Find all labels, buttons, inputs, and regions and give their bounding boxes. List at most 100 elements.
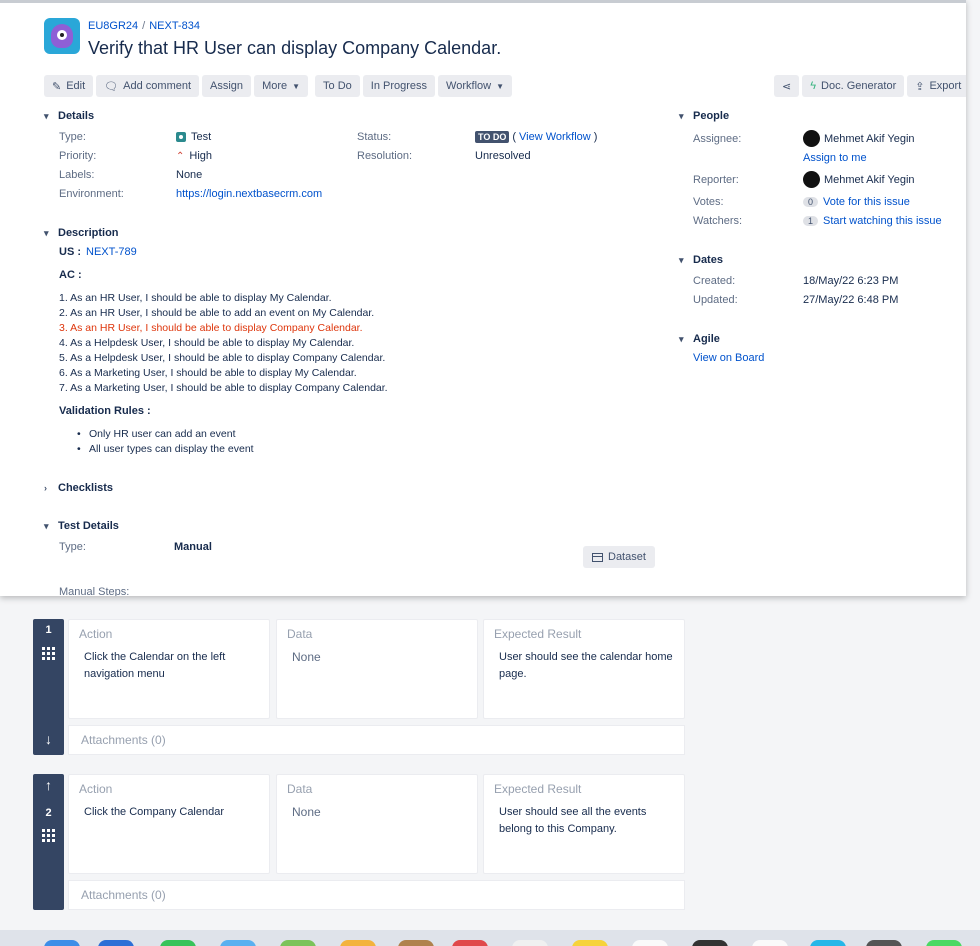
view-workflow-link[interactable]: View Workflow bbox=[519, 131, 591, 143]
status-label: Status: bbox=[357, 131, 392, 143]
type-label: Type: bbox=[59, 131, 86, 143]
test-type-icon bbox=[176, 132, 186, 142]
comment-icon: 🗨 bbox=[104, 80, 119, 93]
dock-app-icon[interactable] bbox=[160, 940, 196, 946]
dock-app-icon[interactable] bbox=[632, 940, 668, 946]
step-number: 2 bbox=[45, 807, 52, 819]
step-rail[interactable]: 1 ↓ bbox=[33, 619, 64, 755]
assign-label: Assign bbox=[210, 80, 244, 92]
step-data-cell[interactable]: Data None bbox=[276, 619, 478, 719]
validation-item: Only HR user can add an event bbox=[77, 428, 235, 440]
breadcrumb-separator: / bbox=[142, 20, 146, 32]
assign-to-me-link[interactable]: Assign to me bbox=[803, 152, 867, 164]
in-progress-label: In Progress bbox=[370, 80, 428, 92]
project-avatar[interactable] bbox=[44, 18, 80, 54]
dock-app-icon[interactable] bbox=[692, 940, 728, 946]
assignee-value[interactable]: Mehmet Akif Yegin bbox=[803, 130, 915, 147]
view-on-board-link[interactable]: View on Board bbox=[693, 352, 764, 364]
dock-app-icon[interactable] bbox=[752, 940, 788, 946]
description-heading: Description bbox=[58, 227, 119, 239]
doc-generator-label: Doc. Generator bbox=[821, 80, 897, 92]
agile-section-toggle[interactable]: ▾ Agile bbox=[679, 333, 720, 345]
environment-link[interactable]: https://login.nextbasecrm.com bbox=[176, 188, 322, 200]
dock-app-icon[interactable] bbox=[810, 940, 846, 946]
dock-app-icon[interactable] bbox=[44, 940, 80, 946]
move-down-icon[interactable]: ↓ bbox=[33, 731, 64, 747]
ac-item: 7. As a Marketing User, I should be able… bbox=[59, 382, 388, 394]
step-expected-cell[interactable]: Expected Result User should see all the … bbox=[483, 774, 685, 874]
dates-section-toggle[interactable]: ▾ Dates bbox=[679, 254, 723, 266]
priority-high-icon: ⌃ bbox=[176, 150, 185, 162]
expected-header: Expected Result bbox=[494, 782, 582, 796]
step-data-cell[interactable]: Data None bbox=[276, 774, 478, 874]
step-expected-cell[interactable]: Expected Result User should see the cale… bbox=[483, 619, 685, 719]
votes-count: 0 bbox=[803, 197, 819, 207]
action-text: Click the Calendar on the left navigatio… bbox=[84, 651, 226, 680]
people-heading: People bbox=[693, 110, 730, 122]
expected-header: Expected Result bbox=[494, 627, 582, 641]
details-section-toggle[interactable]: ▾ Details bbox=[44, 110, 94, 122]
checklists-section-toggle[interactable]: › Checklists bbox=[44, 482, 113, 494]
ac-item: 2. As an HR User, I should be able to ad… bbox=[59, 307, 375, 319]
breadcrumb-project-link[interactable]: EU8GR24 bbox=[88, 20, 138, 32]
vote-link[interactable]: Vote for this issue bbox=[823, 196, 910, 208]
labels-value: None bbox=[176, 169, 203, 181]
votes-label: Votes: bbox=[693, 196, 724, 208]
test-type-value: Manual bbox=[174, 541, 212, 553]
chevron-down-icon: ▾ bbox=[44, 227, 49, 238]
step-action-cell[interactable]: Action Click the Company Calendar bbox=[68, 774, 270, 874]
dataset-button[interactable]: Dataset bbox=[583, 546, 655, 568]
dataset-label: Dataset bbox=[608, 551, 646, 563]
us-link[interactable]: NEXT-789 bbox=[86, 246, 137, 258]
ac-item: 6. As a Marketing User, I should be able… bbox=[59, 367, 357, 379]
export-label: Export bbox=[929, 80, 962, 92]
data-text: None bbox=[292, 805, 321, 819]
priority-label: Priority: bbox=[59, 150, 97, 162]
move-up-icon[interactable]: ↑ bbox=[33, 777, 64, 793]
assign-button[interactable]: Assign bbox=[202, 75, 252, 97]
dock-app-icon[interactable] bbox=[220, 940, 256, 946]
description-section-toggle[interactable]: ▾ Description bbox=[44, 227, 119, 239]
step-action-cell[interactable]: Action Click the Calendar on the left na… bbox=[68, 619, 270, 719]
issue-title[interactable]: Verify that HR User can display Company … bbox=[88, 38, 501, 59]
people-section-toggle[interactable]: ▾ People bbox=[679, 110, 729, 122]
share-button[interactable]: ⋖ bbox=[774, 75, 800, 97]
dock-app-icon[interactable] bbox=[340, 940, 376, 946]
attachments-bar[interactable]: Attachments (0) bbox=[68, 880, 685, 910]
watchers-value: 1 Start watching this issue bbox=[803, 215, 942, 227]
more-button[interactable]: More ▼ bbox=[254, 75, 309, 97]
doc-generator-button[interactable]: ϟ Doc. Generator bbox=[802, 75, 905, 97]
drag-handle-icon[interactable] bbox=[42, 829, 55, 842]
dock-app-icon[interactable] bbox=[926, 940, 962, 946]
add-comment-label: Add comment bbox=[123, 80, 192, 92]
breadcrumb: EU8GR24 / NEXT-834 bbox=[88, 20, 200, 32]
ac-item: 4. As a Helpdesk User, I should be able … bbox=[59, 337, 355, 349]
dock-app-icon[interactable] bbox=[452, 940, 488, 946]
watch-link[interactable]: Start watching this issue bbox=[823, 215, 942, 227]
in-progress-button[interactable]: In Progress bbox=[362, 75, 436, 97]
step-rail[interactable]: ↑ 2 bbox=[33, 774, 64, 910]
export-button[interactable]: ⇪ Export bbox=[907, 75, 966, 97]
reporter-label: Reporter: bbox=[693, 174, 739, 186]
test-details-section-toggle[interactable]: ▾ Test Details bbox=[44, 520, 119, 532]
dock-app-icon[interactable] bbox=[98, 940, 134, 946]
todo-button[interactable]: To Do bbox=[315, 75, 360, 97]
workflow-label: Workflow bbox=[446, 80, 492, 92]
breadcrumb-issue-link[interactable]: NEXT-834 bbox=[149, 20, 200, 32]
details-heading: Details bbox=[58, 110, 95, 122]
drag-handle-icon[interactable] bbox=[42, 647, 55, 660]
attachments-bar[interactable]: Attachments (0) bbox=[68, 725, 685, 755]
add-comment-button[interactable]: 🗨 Add comment bbox=[96, 75, 200, 97]
edit-button[interactable]: ✎ Edit bbox=[44, 75, 94, 97]
dock-app-icon[interactable] bbox=[398, 940, 434, 946]
dock-app-icon[interactable] bbox=[512, 940, 548, 946]
edit-label: Edit bbox=[66, 80, 86, 92]
dock-app-icon[interactable] bbox=[866, 940, 902, 946]
dock-app-icon[interactable] bbox=[280, 940, 316, 946]
agile-heading: Agile bbox=[693, 333, 720, 345]
watchers-count: 1 bbox=[803, 216, 819, 226]
test-type-label: Type: bbox=[59, 541, 86, 553]
workflow-button[interactable]: Workflow ▼ bbox=[438, 75, 512, 97]
reporter-value[interactable]: Mehmet Akif Yegin bbox=[803, 171, 915, 188]
dock-app-icon[interactable] bbox=[572, 940, 608, 946]
